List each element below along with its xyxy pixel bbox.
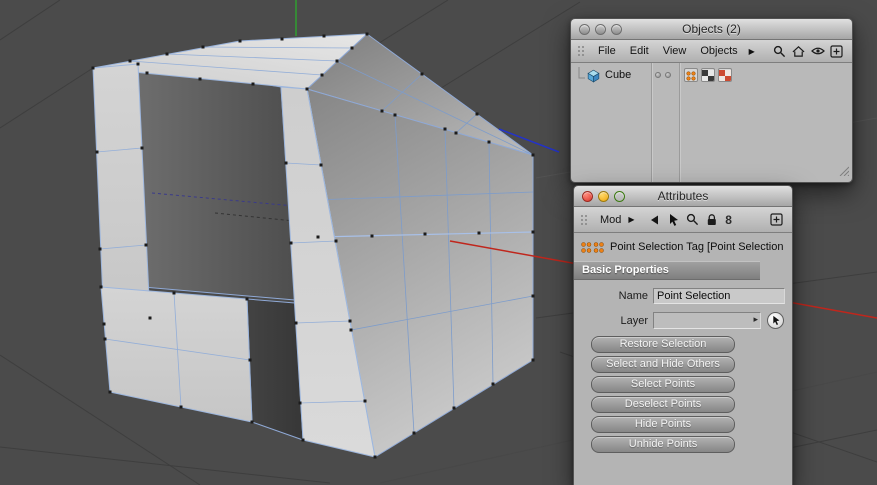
tree-guide	[578, 67, 585, 79]
grip-icon[interactable]	[580, 214, 590, 226]
layer-pick-button[interactable]	[767, 312, 784, 329]
select-points-button[interactable]: Select Points	[591, 376, 735, 393]
render-visibility-dot[interactable]	[665, 72, 671, 78]
name-label: Name	[618, 290, 648, 302]
cube-object-icon	[587, 69, 600, 82]
menu-edit[interactable]: Edit	[623, 45, 656, 57]
cursor-icon[interactable]	[664, 211, 683, 229]
pick-cursor-icon	[772, 315, 779, 326]
tag-header-row[interactable]: Point Selection Tag [Point Selection	[574, 233, 792, 261]
section-basic-properties[interactable]: Basic Properties	[574, 261, 760, 280]
hide-points-button[interactable]: Hide Points	[591, 416, 735, 433]
cube-mesh[interactable]	[91, 32, 535, 459]
name-input[interactable]	[653, 288, 785, 304]
uvw-tag-icon[interactable]	[701, 68, 715, 82]
add-panel-icon[interactable]	[767, 211, 786, 229]
interior-upper-opening	[134, 61, 296, 301]
attributes-panel-window: Attributes Mod ▶ 8 Point Selection Tag […	[573, 185, 793, 485]
minimize-button[interactable]	[598, 190, 609, 202]
point-selection-tag-icon[interactable]	[684, 68, 698, 82]
visibility-toggles[interactable]	[655, 72, 671, 78]
attributes-body: Point Selection Tag [Point Selection Bas…	[574, 233, 792, 485]
object-name: Cube	[605, 69, 632, 81]
zoom-button[interactable]	[614, 190, 625, 202]
point-selection-tag-icon	[581, 241, 604, 253]
unhide-points-button[interactable]: Unhide Points	[591, 436, 735, 453]
menu-view[interactable]: View	[656, 45, 694, 57]
select-and-hide-others-button[interactable]: Select and Hide Others	[591, 356, 735, 373]
application-window: Objects (2) File Edit View Objects ▶ Cub…	[0, 0, 877, 485]
layer-field-row: Layer ▸	[574, 312, 792, 329]
objects-titlebar[interactable]: Objects (2)	[571, 19, 852, 40]
attributes-toolbar: Mod ▶ 8	[574, 207, 792, 233]
add-panel-icon[interactable]	[827, 42, 846, 60]
attributes-titlebar[interactable]: Attributes	[574, 186, 792, 207]
layer-label: Layer	[620, 314, 648, 327]
lock-icon[interactable]	[702, 211, 721, 229]
objects-list[interactable]: Cube	[571, 63, 852, 182]
dropdown-arrow-icon: ▸	[753, 314, 758, 324]
column-divider	[679, 63, 681, 182]
menu-objects[interactable]: Objects	[693, 45, 744, 57]
resize-grip[interactable]	[837, 163, 850, 181]
home-icon[interactable]	[789, 42, 808, 60]
tag-title: Point Selection Tag [Point Selection	[610, 241, 784, 253]
grip-icon[interactable]	[577, 45, 587, 57]
objects-panel-window: Objects (2) File Edit View Objects ▶ Cub…	[570, 18, 853, 183]
eye-icon[interactable]	[808, 42, 827, 60]
deselect-points-button[interactable]: Deselect Points	[591, 396, 735, 413]
mode-label: Mod	[600, 213, 622, 226]
history-back-icon[interactable]	[645, 211, 664, 229]
mode-arrow-icon: ▶	[628, 215, 635, 224]
object-tags[interactable]	[684, 68, 732, 82]
column-divider	[651, 63, 653, 182]
layer-dropdown[interactable]: ▸	[653, 312, 761, 329]
objects-menubar: File Edit View Objects ▶	[571, 40, 852, 63]
search-icon[interactable]	[770, 42, 789, 60]
object-row-cube[interactable]: Cube	[575, 66, 631, 84]
texture-tag-icon[interactable]	[718, 68, 732, 82]
interior-door-opening	[246, 298, 304, 441]
close-button[interactable]	[582, 190, 593, 202]
menu-file[interactable]: File	[591, 45, 623, 57]
minimize-button[interactable]	[595, 23, 606, 35]
menu-overflow-arrow[interactable]: ▶	[745, 47, 759, 56]
close-button[interactable]	[579, 23, 590, 35]
search-icon[interactable]	[683, 211, 702, 229]
mode-menu[interactable]: Mod ▶	[594, 214, 645, 226]
restore-selection-button[interactable]: Restore Selection	[591, 336, 735, 353]
snapshot-icon[interactable]: 8	[721, 211, 737, 229]
name-field-row: Name	[574, 288, 792, 304]
zoom-button[interactable]	[611, 23, 622, 35]
front-lower-block	[100, 286, 253, 423]
editor-visibility-dot[interactable]	[655, 72, 661, 78]
